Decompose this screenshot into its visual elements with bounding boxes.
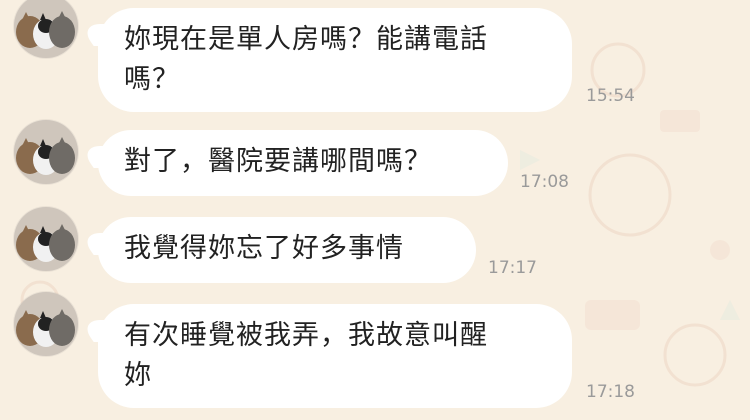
message-bubble[interactable]: 有次睡覺被我弄，我故意叫醒 妳	[98, 304, 572, 408]
message-text: 我覺得妳忘了好多事情	[124, 233, 404, 264]
cats-avatar-icon[interactable]	[14, 292, 78, 356]
cats-avatar-icon[interactable]	[14, 207, 78, 271]
message-bubble[interactable]: 對了，醫院要講哪間嗎？	[98, 130, 508, 196]
message-text: 有次睡覺被我弄，我故意叫醒	[124, 320, 488, 351]
message-text: 妳現在是單人房嗎？能講電話	[124, 24, 488, 55]
message-text: 妳	[124, 360, 152, 391]
cats-avatar-icon[interactable]	[14, 0, 78, 58]
message-text: 對了，醫院要講哪間嗎？	[124, 146, 432, 177]
cats-avatar-icon[interactable]	[14, 120, 78, 184]
timestamp: 17:08	[520, 172, 569, 192]
timestamp: 15:54	[586, 86, 635, 106]
message-bubble[interactable]: 我覺得妳忘了好多事情	[98, 217, 476, 283]
timestamp: 17:17	[488, 258, 537, 278]
message-text: 嗎？	[124, 64, 180, 95]
timestamp: 17:18	[586, 382, 635, 402]
message-bubble[interactable]: 妳現在是單人房嗎？能講電話 嗎？	[98, 8, 572, 112]
